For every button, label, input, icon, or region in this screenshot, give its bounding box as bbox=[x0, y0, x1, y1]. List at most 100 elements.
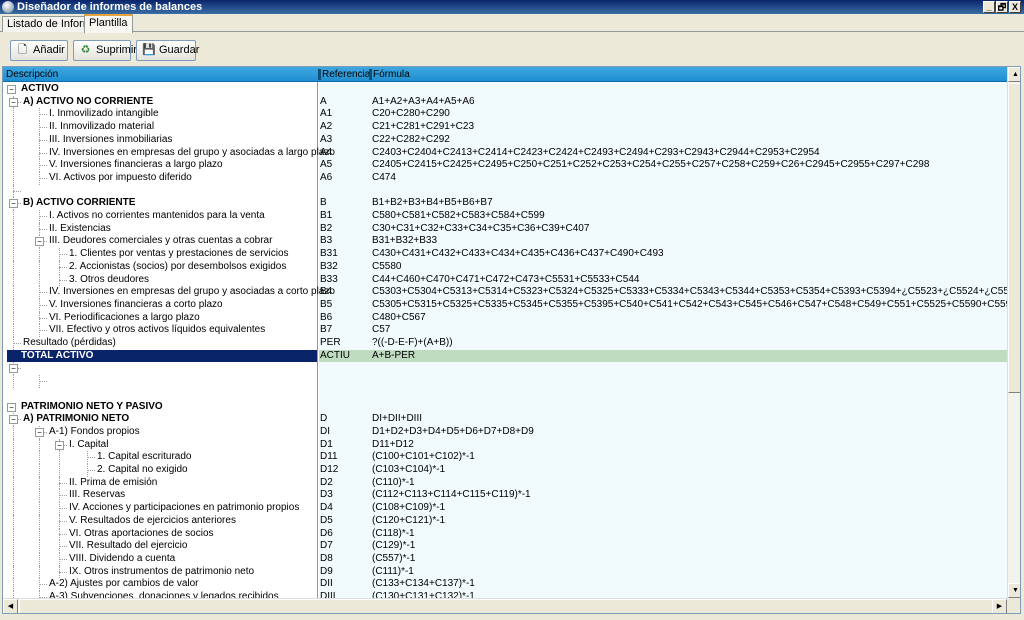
tree-row[interactable]: IX. Otros instrumentos de patrimonio net… bbox=[3, 565, 1007, 579]
tree-guide-line bbox=[39, 133, 40, 147]
collapse-icon[interactable]: − bbox=[55, 440, 64, 450]
tree-guide-line bbox=[13, 464, 14, 477]
column-header-formula[interactable]: Fórmula bbox=[370, 67, 410, 82]
tree-row[interactable]: IV. Acciones y participaciones en patrim… bbox=[3, 502, 1007, 515]
collapse-icon[interactable]: − bbox=[9, 415, 18, 425]
row-formula: C474 bbox=[372, 171, 396, 183]
tree-row[interactable]: A-3) Subvenciones, donaciones y legados … bbox=[3, 591, 1007, 598]
tree-row[interactable]: IV. Inversiones en empresas del grupo y … bbox=[3, 146, 1007, 160]
tree-guide-line bbox=[13, 451, 14, 464]
tree-row[interactable]: 3. Otros deudores B33 C44+C460+C470+C471+C… bbox=[3, 273, 1007, 287]
tree-row[interactable]: − A) PATRIMONIO NETO D DI+DII+DIII bbox=[3, 413, 1007, 426]
tree-row[interactable]: VIII. Dividendo a cuenta D8 (C557)*-1 bbox=[3, 552, 1007, 566]
save-button[interactable]: 💾 Guardar bbox=[136, 40, 199, 61]
tree-guide-line bbox=[39, 273, 40, 287]
tree-guide-line bbox=[39, 260, 40, 274]
tree-guide-line bbox=[13, 121, 14, 134]
tree-row[interactable]: − A) ACTIVO NO CORRIENTE A A1+A2+A3+A4+A5+A… bbox=[3, 95, 1007, 109]
tree-guide-line bbox=[39, 552, 40, 566]
scroll-down-icon[interactable]: ▼ bbox=[1008, 583, 1020, 598]
tab-plantilla[interactable]: Plantilla bbox=[84, 14, 133, 33]
tree-row[interactable]: 2. Accionistas (socios) por desembolsos … bbox=[3, 260, 1007, 274]
tree-row[interactable]: V. Inversiones financieras a largo plazo… bbox=[3, 159, 1007, 172]
tree-row[interactable]: 1. Clientes por ventas y prestaciones de… bbox=[3, 248, 1007, 261]
tree-row[interactable]: VII. Resultado del ejercicio D7 (C129)*-1 bbox=[3, 540, 1007, 553]
tree-row[interactable] bbox=[3, 388, 1007, 401]
tree-row[interactable]: V. Inversiones financieras a corto plazo… bbox=[3, 298, 1007, 312]
tree-row[interactable]: V. Resultados de ejercicios anteriores D5… bbox=[3, 514, 1007, 528]
tree-row[interactable]: VI. Periodificaciones a largo plazo B6 C48… bbox=[3, 311, 1007, 325]
collapse-icon[interactable]: − bbox=[9, 199, 18, 209]
row-reference: B7 bbox=[320, 324, 333, 336]
minimize-button[interactable]: _ bbox=[983, 1, 995, 13]
tree-row[interactable]: VII. Efectivo y otros activos líquidos e… bbox=[3, 324, 1007, 337]
horizontal-scroll-thumb[interactable] bbox=[19, 599, 994, 613]
row-reference: D11 bbox=[320, 451, 338, 463]
row-description: Resultado (pérdidas) bbox=[23, 337, 116, 348]
tree-row[interactable]: − PATRIMONIO NETO Y PASIVO bbox=[3, 401, 1007, 414]
tree-row[interactable]: II. Existencias B2 C30+C31+C32+C33+C34+C35… bbox=[3, 222, 1007, 236]
tree-row[interactable]: II. Prima de emisión D2 (C110)*-1 bbox=[3, 476, 1007, 490]
tree-row[interactable] bbox=[3, 184, 1007, 198]
tree-row[interactable]: VI. Activos por impuesto diferido A6 C474 bbox=[3, 171, 1007, 185]
tree-row[interactable]: − I. Capital D1 D11+D12 bbox=[3, 438, 1007, 452]
tree-row[interactable]: VI. Otras aportaciones de socios D6 (C118)… bbox=[3, 527, 1007, 541]
tree-connector bbox=[13, 343, 21, 344]
template-grid[interactable]: Descripción Referencia Fórmula − ACTIVO − A… bbox=[2, 66, 1021, 614]
tree-row[interactable]: 2. Capital no exigido D12 (C103+C104)*-1 bbox=[3, 464, 1007, 477]
row-description: II. Prima de emisión bbox=[69, 476, 158, 488]
collapse-icon[interactable]: − bbox=[35, 237, 44, 247]
row-reference: A4 bbox=[320, 146, 333, 158]
row-description: I. Capital bbox=[69, 438, 109, 450]
row-reference: B5 bbox=[320, 298, 333, 310]
tree-row[interactable]: 1. Capital escriturado D11 (C100+C101+C102… bbox=[3, 451, 1007, 464]
tree-row[interactable]: III. Inversiones inmobiliarias A3 C22+C282… bbox=[3, 133, 1007, 147]
column-header-reference[interactable]: Referencia bbox=[319, 67, 370, 82]
vertical-scroll-thumb[interactable] bbox=[1008, 83, 1020, 393]
tree-row[interactable]: I. Inmovilizado intangible A1 C20+C280+C29… bbox=[3, 108, 1007, 122]
tree-guide-line bbox=[13, 476, 14, 490]
row-formula: A1+A2+A3+A4+A5+A6 bbox=[372, 95, 475, 107]
add-button[interactable]: 🗋 Añadir bbox=[10, 40, 68, 61]
collapse-icon[interactable]: − bbox=[35, 427, 44, 437]
scroll-right-icon[interactable]: ▶ bbox=[992, 599, 1007, 613]
tree-guide-line bbox=[13, 375, 14, 388]
tree-row[interactable]: − ACTIVO bbox=[3, 83, 1007, 96]
row-description: IX. Otros instrumentos de patrimonio net… bbox=[69, 565, 255, 577]
collapse-icon[interactable]: − bbox=[9, 364, 18, 374]
column-header-description[interactable]: Descripción bbox=[3, 67, 58, 82]
row-reference: A5 bbox=[320, 159, 333, 171]
scroll-left-icon[interactable]: ◀ bbox=[3, 599, 18, 613]
restore-button[interactable]: 🗗 bbox=[996, 1, 1008, 13]
collapse-icon[interactable]: − bbox=[7, 85, 16, 94]
row-formula: (C120+C121)*-1 bbox=[372, 514, 446, 526]
close-button[interactable]: X bbox=[1009, 1, 1021, 13]
tree-connector bbox=[87, 457, 95, 459]
tree-guide-line bbox=[39, 591, 40, 598]
tree-row[interactable]: − III. Deudores comerciales y otras cuent… bbox=[3, 235, 1007, 249]
delete-button[interactable]: ♻ Suprimir bbox=[73, 40, 137, 61]
row-description: III. Deudores comerciales y otras cuenta… bbox=[49, 235, 273, 247]
tree-guide-line bbox=[87, 451, 88, 464]
collapse-icon[interactable]: − bbox=[9, 97, 18, 107]
row-formula: (C133+C134+C137)*-1 bbox=[372, 578, 475, 590]
tree-guide-line bbox=[13, 248, 14, 261]
tree-guide-line bbox=[59, 464, 60, 477]
tree-row[interactable]: IV. Inversiones en empresas del grupo y … bbox=[3, 286, 1007, 299]
tree-row[interactable] bbox=[3, 375, 1007, 388]
tree-guide-line bbox=[13, 210, 14, 223]
scroll-up-icon[interactable]: ▲ bbox=[1008, 67, 1020, 82]
tree-row[interactable]: Resultado (pérdidas) PER ?((-D-E-F)+(A+B)) bbox=[3, 337, 1007, 350]
collapse-icon[interactable]: − bbox=[7, 402, 16, 412]
horizontal-scrollbar[interactable]: ◀ ▶ bbox=[3, 598, 1007, 613]
tree-row[interactable]: − bbox=[3, 362, 1007, 376]
tree-row[interactable]: I. Activos no corrientes mantenidos para… bbox=[3, 210, 1007, 223]
tree-row[interactable]: A-2) Ajustes por cambios de valor DII (C13… bbox=[3, 578, 1007, 591]
vertical-scrollbar[interactable]: ▲ ▼ bbox=[1007, 67, 1020, 598]
tree-row[interactable]: II. Inmovilizado material A2 C21+C281+C291… bbox=[3, 121, 1007, 134]
tree-row[interactable]: − B) ACTIVO CORRIENTE B B1+B2+B3+B4+B5+B6+B… bbox=[3, 197, 1007, 210]
tree-row[interactable]: − A-1) Fondos propios DI D1+D2+D3+D4+D5+D6+… bbox=[3, 425, 1007, 439]
tree-row[interactable]: −TOTAL ACTIVOACTIUA+B-PER bbox=[3, 349, 1007, 363]
tree-row[interactable]: III. Reservas D3 (C112+C113+C114+C115+C119… bbox=[3, 489, 1007, 503]
tree-guide-line bbox=[13, 222, 14, 236]
